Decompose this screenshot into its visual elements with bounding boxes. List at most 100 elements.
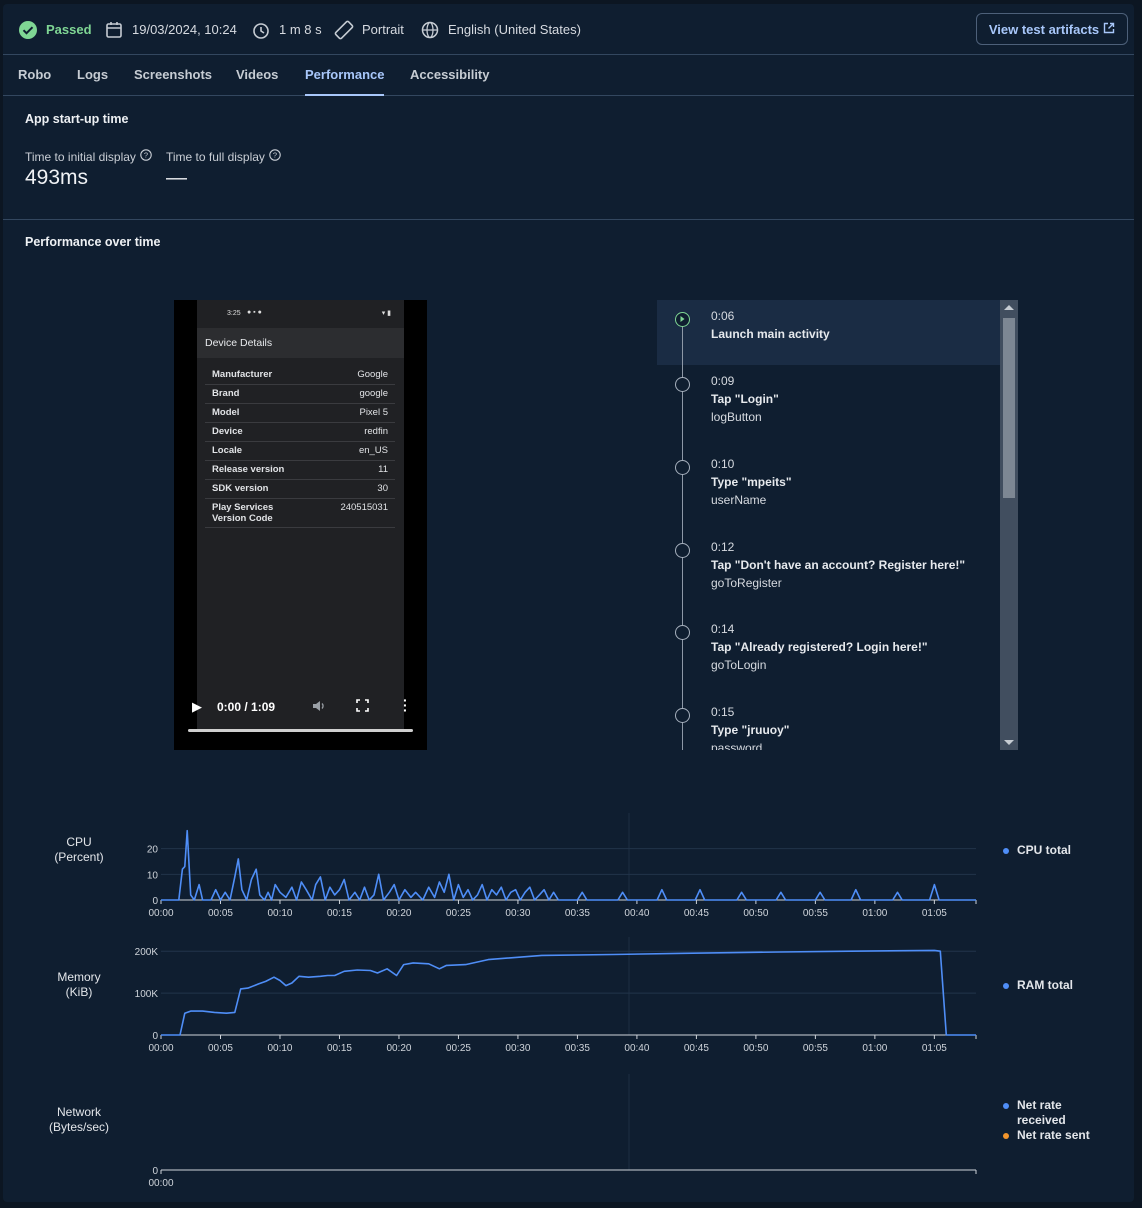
cpu-x-tick-label: 00:40 [624,908,649,919]
ram-legend-label: RAM total [1017,978,1073,992]
event-action: Tap "Don't have an account? Register her… [711,558,966,572]
detail-value: 240515031 [340,502,388,513]
event-resource: goToRegister [711,576,782,590]
tab-performance[interactable]: Performance [305,56,385,96]
video-progress-bar[interactable] [188,729,413,732]
memory-x-tick-label: 00:50 [743,1043,768,1054]
device-details-table: Manufacturer Google Brand google Model Pixel … [205,366,395,528]
cpu-y-tick-label: 10 [147,870,159,881]
test-results-panel: Passed 19/03/2024, 10:24 1 m 8 s Portrai… [3,4,1134,1202]
more-vert-icon[interactable]: · · · [403,693,408,717]
event-time: 0:09 [711,374,735,388]
detail-value: Google [357,369,388,380]
device-detail-row: Device redfin [205,423,395,442]
ram-legend: RAM total [1003,978,1073,993]
memory-x-tick-label: 00:20 [386,1043,411,1054]
event-resource: goToLogin [711,658,767,672]
orientation-item: Portrait [334,4,404,55]
cpu-y-tick-label: 20 [147,845,159,856]
tab-accessibility[interactable]: Accessibility [410,56,490,96]
locale-text: English (United States) [448,22,581,37]
cpu-x-tick-label: 00:50 [743,908,768,919]
video-time: 0:00 / 1:09 [217,700,276,714]
memory-x-tick-label: 00:10 [267,1043,292,1054]
status-item: Passed [18,4,92,55]
detail-key: Locale [212,445,243,456]
device-detail-row: Release version 11 [205,461,395,480]
initial-display-label: Time to initial display ? [25,149,152,164]
detail-value: 11 [378,464,388,475]
memory-x-tick-label: 00:05 [208,1043,233,1054]
device-detail-row: Manufacturer Google [205,366,395,385]
fullscreen-icon[interactable] [356,699,369,715]
locale-item: English (United States) [420,4,581,55]
cpu-axis-label: CPU (Percent) [24,835,134,865]
svg-text:?: ? [144,151,148,160]
view-test-artifacts-button[interactable]: View test artifacts [976,13,1128,45]
timeline-scrollbar[interactable] [1000,300,1018,750]
scrollbar-thumb[interactable] [1003,318,1015,498]
status-time: 3:25 [227,310,241,317]
cpu-legend-label: CPU total [1017,843,1071,857]
network-label: Network [56,1105,101,1119]
scroll-down-icon[interactable] [1004,740,1014,745]
play-icon[interactable]: ▶ [192,699,202,715]
cpu-x-tick-label: 00:55 [803,908,828,919]
cpu-legend: CPU total [1003,843,1071,858]
datetime-text: 19/03/2024, 10:24 [132,22,237,37]
duration-text: 1 m 8 s [279,22,322,37]
detail-key: Device [212,426,243,437]
detail-key: Release version [212,464,285,475]
help-icon[interactable]: ? [269,149,281,164]
help-icon[interactable]: ? [140,149,152,164]
cpu-series-line [161,829,976,901]
screen-title: Device Details [197,328,404,358]
cpu-y-tick-label: 0 [152,896,158,907]
volume-icon[interactable] [312,699,326,716]
detail-value: redfin [364,426,388,437]
device-detail-row: SDK version 30 [205,480,395,499]
scroll-up-icon[interactable] [1004,305,1014,310]
detail-key: Model [212,407,240,418]
initial-display-label-text: Time to initial display [25,149,136,164]
screen-rotation-icon [334,20,354,40]
memory-x-tick-label: 01:00 [862,1043,887,1054]
memory-unit: (KiB) [65,985,93,999]
legend-dot-icon [1003,983,1009,989]
event-time: 0:06 [711,309,735,323]
device-detail-row: Locale en_US [205,442,395,461]
event-dot-icon [675,625,690,640]
net-received-legend-label: Net rate received [1017,1098,1066,1127]
event-dot-icon [675,543,690,558]
cpu-x-tick-label: 00:15 [327,908,352,919]
event-time: 0:12 [711,540,735,554]
cpu-x-tick-label: 01:05 [922,908,947,919]
video-player[interactable]: 3:25 ● ▪ ● ▾ ▮ Device Details Manufactur… [174,300,427,750]
tab-screenshots[interactable]: Screenshots [134,56,212,96]
event-resource: userName [711,493,767,507]
cpu-x-tick-label: 00:45 [684,908,709,919]
legend-dot-icon [1003,1133,1009,1139]
memory-axis-label: Memory (KiB) [24,970,134,1000]
status-text: Passed [46,22,92,37]
detail-key: Manufacturer [212,369,273,380]
tab-videos[interactable]: Videos [236,56,278,96]
memory-x-tick-label: 00:35 [565,1043,590,1054]
memory-label: Memory [57,970,101,984]
tab-logs[interactable]: Logs [77,56,108,96]
event-time: 0:15 [711,705,735,719]
detail-value: en_US [358,445,388,456]
tab-robo[interactable]: Robo [18,56,51,96]
full-display-label-text: Time to full display [166,149,265,164]
orientation-text: Portrait [362,22,404,37]
action-timeline: 0:06 Launch main activity 0:09 Tap "Login" l… [657,300,1018,750]
datetime-item: 19/03/2024, 10:24 [104,4,237,55]
cpu-x-tick-label: 00:20 [386,908,411,919]
cpu-unit: (Percent) [54,850,104,864]
memory-x-tick-label: 00:15 [327,1043,352,1054]
memory-x-tick-label: 00:00 [148,1043,173,1054]
svg-text:?: ? [273,151,277,160]
memory-x-tick-label: 00:30 [505,1043,530,1054]
cpu-x-tick-label: 00:30 [505,908,530,919]
event-action: Type "mpeits" [711,475,792,489]
